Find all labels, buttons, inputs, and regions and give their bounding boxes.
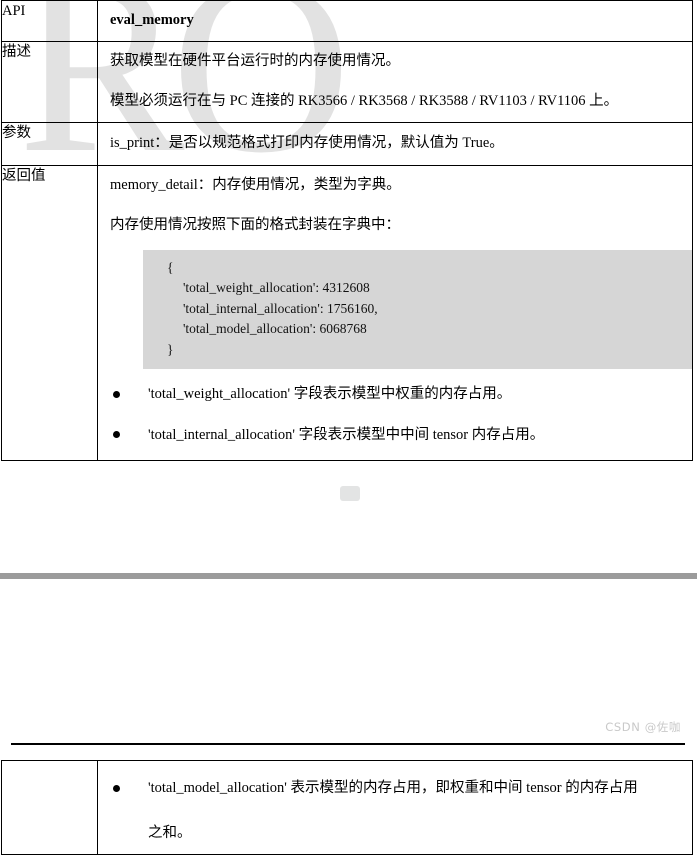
return-value-bullet-list: 'total_weight_allocation' 字段表示模型中权重的内存占用…: [98, 369, 692, 460]
table-row-return-value: 返回值 memory_detail：内存使用情况，类型为字典。 内存使用情况按照…: [1, 164, 693, 462]
page-separator-band: [0, 573, 697, 580]
code-line-total-weight-allocation: 'total_weight_allocation': 4312608: [183, 280, 370, 296]
bullet-text-internal-allocation: 'total_internal_allocation' 字段表示模型中中间 te…: [148, 426, 545, 443]
bullet-dot-icon: [113, 431, 120, 439]
grey-placeholder-chip-icon: [340, 486, 360, 502]
row-label-continuation-empty: [1, 760, 98, 855]
row-value-api: eval_memory: [97, 0, 693, 42]
bullet-text-weight-allocation: 'total_weight_allocation' 字段表示模型中权重的内存占用…: [148, 386, 512, 403]
table-row-continuation: 'total_model_allocation' 表示模型的内存占用，即权重和中…: [1, 760, 693, 855]
description-paragraph-1: 获取模型在硬件平台运行时的内存使用情况。: [110, 52, 400, 69]
continuation-table: 'total_model_allocation' 表示模型的内存占用，即权重和中…: [1, 760, 693, 855]
return-paragraph-2: 内存使用情况按照下面的格式封装在字典中：: [110, 216, 400, 233]
csdn-watermark: CSDN @佐咖: [605, 720, 681, 734]
row-value-continuation: 'total_model_allocation' 表示模型的内存占用，即权重和中…: [97, 760, 693, 855]
table-row-api: API eval_memory: [1, 0, 693, 42]
code-line-open-brace: {: [167, 259, 174, 275]
row-label-api: API: [1, 0, 98, 42]
table-row-parameters: 参数 is_print：是否以规范格式打印内存使用情况，默认值为 True。: [1, 121, 693, 166]
code-line-close-brace: }: [167, 341, 174, 357]
code-line-total-internal-allocation: 'total_internal_allocation': 1756160,: [183, 300, 378, 316]
row-value-return-value: memory_detail：内存使用情况，类型为字典。 内存使用情况按照下面的格…: [97, 164, 693, 462]
bullet-dot-icon: [113, 390, 120, 398]
api-name-text: eval_memory: [110, 12, 194, 28]
row-label-parameters: 参数: [1, 121, 98, 166]
page-break-area: [0, 461, 697, 657]
bullet-text-model-allocation-line1: 'total_model_allocation' 表示模型的内存占用，即权重和中…: [148, 780, 638, 797]
code-line-total-model-allocation: 'total_model_allocation': 6068768: [183, 321, 367, 337]
document-page: API eval_memory 描述 获取模型在硬件平台运行时的内存使用情况。 …: [0, 0, 697, 855]
table-row-description: 描述 获取模型在硬件平台运行时的内存使用情况。 模型必须运行在与 PC 连接的 …: [1, 40, 693, 123]
list-item: 'total_internal_allocation' 字段表示模型中中间 te…: [110, 424, 686, 446]
row-label-return-value: 返回值: [1, 164, 98, 462]
post-rule-spacer: [0, 745, 697, 760]
bullet-text-model-allocation-line2: 之和。: [148, 824, 192, 841]
page-header-spacer: [0, 657, 697, 743]
row-value-parameters: is_print：是否以规范格式打印内存使用情况，默认值为 True。: [97, 121, 693, 166]
description-paragraph-2: 模型必须运行在与 PC 连接的 RK3566 / RK3568 / RK3588…: [110, 92, 619, 109]
list-item: 'total_weight_allocation' 字段表示模型中权重的内存占用…: [110, 383, 686, 405]
api-specification-table: API eval_memory 描述 获取模型在硬件平台运行时的内存使用情况。 …: [1, 0, 693, 462]
continuation-bullet-list: 'total_model_allocation' 表示模型的内存占用，即权重和中…: [98, 761, 692, 854]
bullet-dot-icon: [113, 784, 120, 792]
parameters-paragraph-1: is_print：是否以规范格式打印内存使用情况，默认值为 True。: [110, 134, 504, 151]
row-label-description: 描述: [1, 40, 98, 123]
return-paragraph-1: memory_detail：内存使用情况，类型为字典。: [110, 176, 401, 193]
row-value-description: 获取模型在硬件平台运行时的内存使用情况。 模型必须运行在与 PC 连接的 RK3…: [97, 40, 693, 123]
memory-detail-code-block: { 'total_weight_allocation': 4312608 'to…: [143, 249, 692, 370]
list-item: 'total_model_allocation' 表示模型的内存占用，即权重和中…: [110, 777, 686, 844]
